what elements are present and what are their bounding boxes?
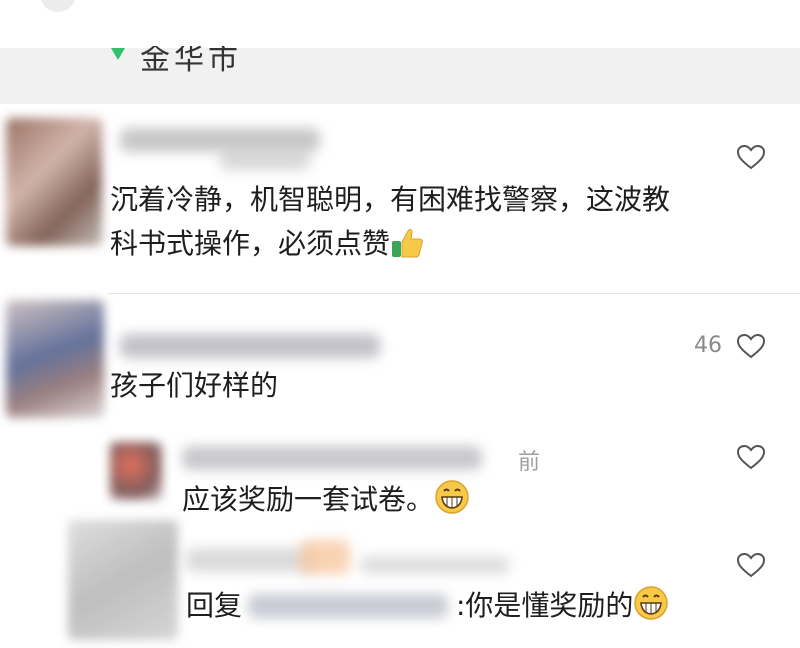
avatar[interactable] — [6, 300, 104, 418]
comment-line-2: 科书式操作，必须点赞 — [110, 222, 670, 266]
like-count: 46 — [694, 333, 722, 358]
location-strip: 金华市 — [0, 0, 800, 104]
like-heart-icon[interactable] — [736, 333, 766, 359]
comment-line-1: 沉着冷静，机智聪明，有困难找警察，这波教 — [110, 183, 671, 216]
comments-screen: 金华市 沉着冷静，机智聪明，有困难找警察，这波教 科书式操作，必须点赞 46 孩… — [0, 0, 800, 648]
thumbs-up-icon — [392, 229, 423, 258]
like-heart-icon[interactable] — [736, 444, 766, 470]
avatar[interactable] — [6, 118, 102, 246]
reply-time: 前 — [518, 450, 541, 475]
header-avatar — [40, 0, 76, 12]
username-blurred — [360, 556, 510, 574]
reply-prefix: 回复 — [186, 589, 243, 622]
username-blurred — [220, 150, 310, 170]
grin-icon — [435, 480, 469, 514]
reply-target-blurred[interactable] — [248, 594, 448, 618]
top-bar — [0, 0, 800, 48]
username-blurred[interactable] — [120, 128, 320, 152]
like-heart-icon[interactable] — [736, 552, 766, 578]
username-blurred[interactable] — [182, 446, 482, 470]
like-heart-icon[interactable] — [736, 144, 766, 170]
username-blurred[interactable] — [120, 334, 380, 358]
comment-text: 孩子们好样的 — [110, 369, 279, 402]
comment-line-2-text: 科书式操作，必须点赞 — [110, 227, 391, 260]
divider — [108, 293, 800, 294]
reply-text: :你是懂奖励的 — [456, 584, 669, 628]
reply-text-content: 应该奖励一套试卷。 — [182, 483, 435, 516]
username-blurred — [300, 540, 350, 574]
avatar[interactable] — [110, 442, 162, 500]
comment-text: 沉着冷静，机智聪明，有困难找警察，这波教 科书式操作，必须点赞 — [110, 178, 670, 266]
reply-text-content: :你是懂奖励的 — [456, 589, 634, 622]
reply-text: 应该奖励一套试卷。 — [182, 478, 470, 522]
location-pin-icon — [111, 48, 125, 60]
grin-icon — [634, 586, 669, 620]
avatar[interactable] — [68, 520, 178, 640]
username-blurred[interactable] — [186, 548, 316, 572]
